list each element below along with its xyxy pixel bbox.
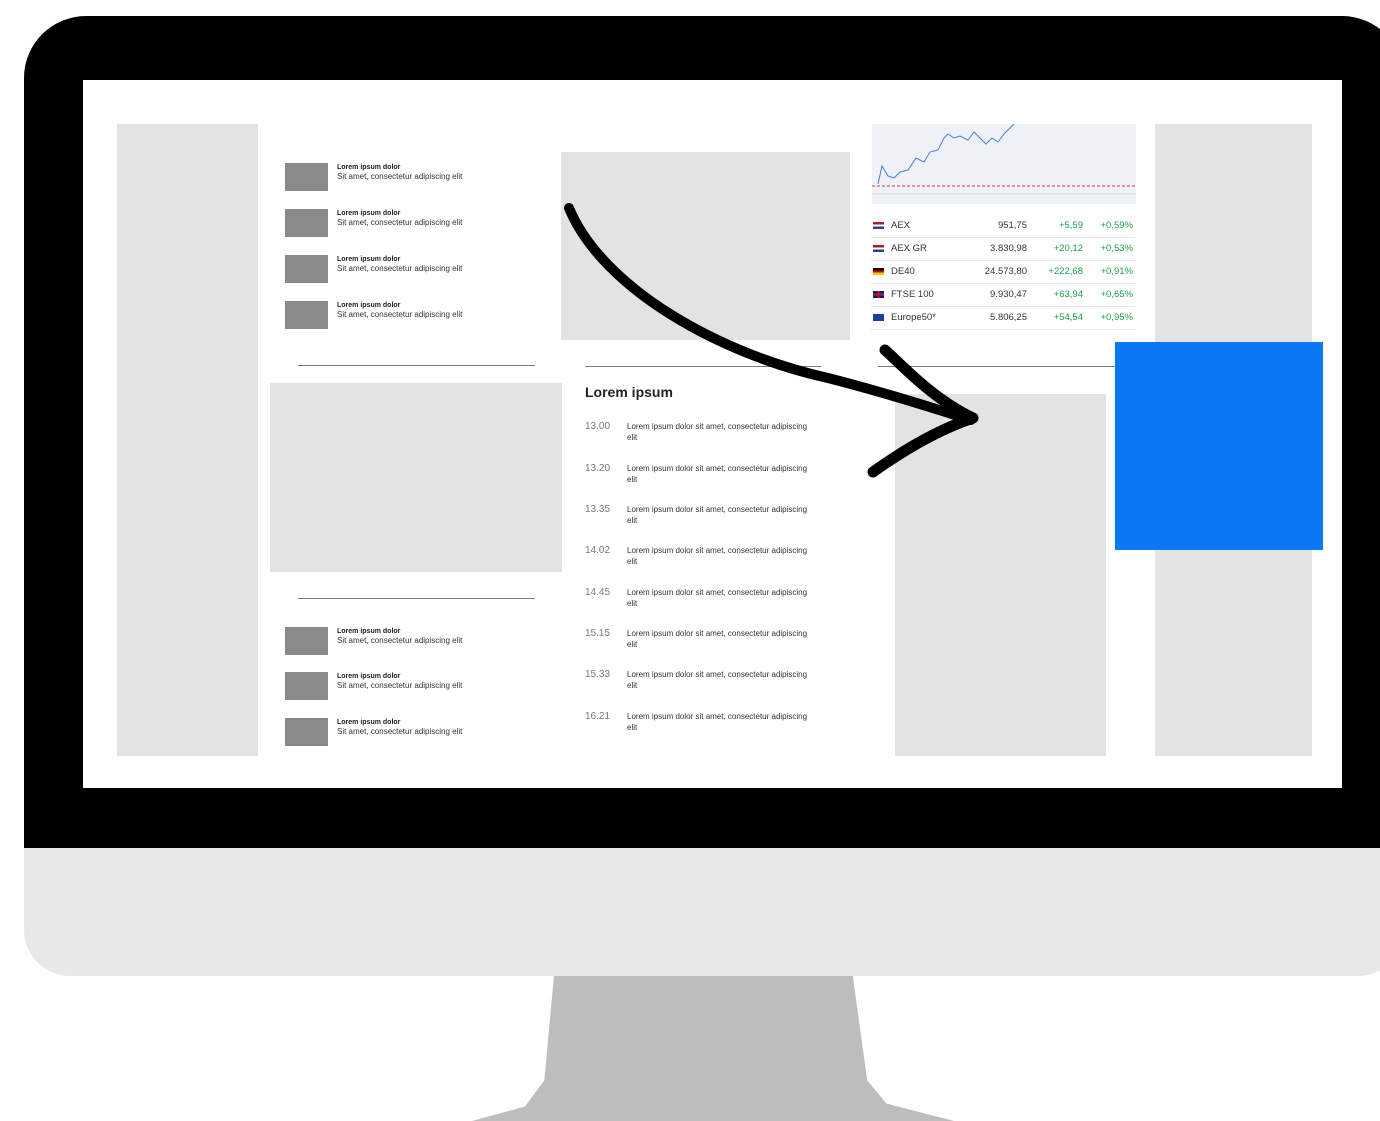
- market-chart[interactable]: [872, 123, 1136, 204]
- timeline-text: Lorem ipsum dolor sit amet, consectetur …: [627, 670, 808, 690]
- quote-row[interactable]: AEX 951,75 +5,59 +0,59%: [871, 215, 1135, 238]
- timeline-item[interactable]: 14.02 Lorem ipsum dolor sit amet, consec…: [585, 545, 825, 571]
- divider: [298, 365, 535, 366]
- timeline-text: Lorem ipsum dolor sit amet, consectetur …: [627, 464, 808, 484]
- timeline-text: Lorem ipsum dolor sit amet, consectetur …: [627, 629, 808, 649]
- teaser-subtitle: Sit amet, consectetur adipiscing elit: [337, 218, 463, 227]
- timeline-time: 16.21: [585, 711, 611, 722]
- quote-change: +54,54: [1053, 312, 1083, 323]
- timeline-text: Lorem ipsum dolor sit amet, consectetur …: [627, 712, 808, 732]
- banner-placeholder[interactable]: [895, 394, 1106, 756]
- flag-icon-nl: [873, 222, 884, 229]
- timeline-item[interactable]: 13.35 Lorem ipsum dolor sit amet, consec…: [585, 504, 825, 530]
- quote-change: +222,68: [1048, 266, 1083, 277]
- thumbnail: [285, 301, 328, 329]
- timeline-item[interactable]: 13.00 Lorem ipsum dolor sit amet, consec…: [585, 421, 825, 447]
- timeline-item[interactable]: 15.33 Lorem ipsum dolor sit amet, consec…: [585, 669, 825, 695]
- market-chart-svg: [872, 123, 1136, 195]
- thumbnail: [285, 627, 328, 655]
- teaser-subtitle: Sit amet, consectetur adipiscing elit: [337, 681, 463, 690]
- list-item[interactable]: Lorem ipsum dolor Sit amet, consectetur …: [285, 208, 525, 237]
- quote-percent: +0,91%: [1100, 266, 1134, 277]
- list-item[interactable]: Lorem ipsum dolor Sit amet, consectetur …: [285, 626, 525, 655]
- divider: [298, 598, 535, 599]
- timeline-item[interactable]: 16.21 Lorem ipsum dolor sit amet, consec…: [585, 711, 825, 737]
- quote-change: +20,12: [1053, 243, 1083, 254]
- quote-row[interactable]: FTSE 100 9.930,47 +63,94 +0,65%: [871, 284, 1135, 307]
- timeline-time: 13.00: [585, 421, 611, 432]
- image-placeholder[interactable]: [561, 152, 850, 340]
- teaser-subtitle: Sit amet, consectetur adipiscing elit: [337, 310, 463, 319]
- quote-name: Europe50*: [891, 312, 936, 323]
- teaser-title: Lorem ipsum dolor: [337, 256, 401, 263]
- thumbnail: [285, 209, 328, 237]
- monitor-chin: [24, 848, 1380, 976]
- highlight-block[interactable]: [1115, 342, 1323, 550]
- quote-value: 951,75: [997, 220, 1027, 231]
- teaser-title: Lorem ipsum dolor: [337, 673, 401, 680]
- timeline-time: 14.45: [585, 587, 611, 598]
- quote-percent: +0,53%: [1100, 243, 1134, 254]
- quote-value: 3.830,98: [990, 243, 1027, 254]
- monitor-screen: Lorem ipsum dolor Sit amet, consectetur …: [83, 80, 1342, 788]
- teaser-subtitle: Sit amet, consectetur adipiscing elit: [337, 727, 463, 736]
- quote-row[interactable]: DE40 24.573,80 +222,68 +0,91%: [871, 261, 1135, 284]
- timeline-text: Lorem ipsum dolor sit amet, consectetur …: [627, 546, 808, 566]
- thumbnail: [285, 718, 328, 746]
- thumbnail: [285, 255, 328, 283]
- list-item[interactable]: Lorem ipsum dolor Sit amet, consectetur …: [285, 162, 525, 191]
- flag-icon-eu: [873, 314, 884, 321]
- quote-percent: +0,95%: [1100, 312, 1134, 323]
- quote-percent: +0,65%: [1100, 289, 1134, 300]
- quote-name: DE40: [891, 266, 915, 277]
- teaser-subtitle: Sit amet, consectetur adipiscing elit: [337, 636, 463, 645]
- timeline-item[interactable]: 14.45 Lorem ipsum dolor sit amet, consec…: [585, 587, 825, 613]
- teaser-title: Lorem ipsum dolor: [337, 164, 401, 171]
- flag-icon-uk: [873, 291, 884, 298]
- quote-name: AEX: [891, 220, 911, 231]
- teaser-title: Lorem ipsum dolor: [337, 719, 401, 726]
- quote-row[interactable]: Europe50* 5.806,25 +54,54 +0,95%: [871, 307, 1135, 330]
- left-ad-column: [117, 124, 258, 756]
- flag-icon-de: [873, 268, 884, 275]
- teaser-subtitle: Sit amet, consectetur adipiscing elit: [337, 172, 463, 181]
- teaser-title: Lorem ipsum dolor: [337, 628, 401, 635]
- quote-value: 9.930,47: [990, 289, 1027, 300]
- timeline-text: Lorem ipsum dolor sit amet, consectetur …: [627, 588, 808, 608]
- monitor-stand: [472, 976, 954, 1121]
- timeline-time: 14.02: [585, 545, 611, 556]
- list-item[interactable]: Lorem ipsum dolor Sit amet, consectetur …: [285, 300, 525, 329]
- quote-value: 5.806,25: [990, 312, 1027, 323]
- list-item[interactable]: Lorem ipsum dolor Sit amet, consectetur …: [285, 671, 525, 700]
- timeline-time: 13.35: [585, 504, 611, 515]
- thumbnail: [285, 163, 328, 191]
- teaser-title: Lorem ipsum dolor: [337, 302, 401, 309]
- teaser-title: Lorem ipsum dolor: [337, 210, 401, 217]
- quote-change: +5,59: [1058, 220, 1083, 231]
- timeline-text: Lorem ipsum dolor sit amet, consectetur …: [627, 505, 808, 525]
- teaser-subtitle: Sit amet, consectetur adipiscing elit: [337, 264, 463, 273]
- quote-value: 24.573,80: [984, 266, 1027, 277]
- timeline-text: Lorem ipsum dolor sit amet, consectetur …: [627, 422, 808, 442]
- quote-row[interactable]: AEX GR 3.830,98 +20,12 +0,53%: [871, 238, 1135, 261]
- timeline-title: Lorem ipsum: [585, 384, 673, 400]
- timeline-time: 15.15: [585, 628, 611, 639]
- timeline-time: 15.33: [585, 669, 611, 680]
- timeline-time: 13.20: [585, 463, 611, 474]
- timeline-item[interactable]: 13.20 Lorem ipsum dolor sit amet, consec…: [585, 463, 825, 489]
- quote-name: AEX GR: [891, 243, 927, 254]
- quote-name: FTSE 100: [891, 289, 934, 300]
- quote-percent: +0,59%: [1100, 220, 1134, 231]
- divider: [585, 366, 821, 367]
- divider: [878, 366, 1123, 367]
- thumbnail: [285, 672, 328, 700]
- image-placeholder[interactable]: [270, 383, 562, 572]
- list-item[interactable]: Lorem ipsum dolor Sit amet, consectetur …: [285, 254, 525, 283]
- timeline-item[interactable]: 15.15 Lorem ipsum dolor sit amet, consec…: [585, 628, 825, 654]
- list-item[interactable]: Lorem ipsum dolor Sit amet, consectetur …: [285, 717, 525, 746]
- flag-icon-nl: [873, 245, 884, 252]
- quote-change: +63,94: [1053, 289, 1083, 300]
